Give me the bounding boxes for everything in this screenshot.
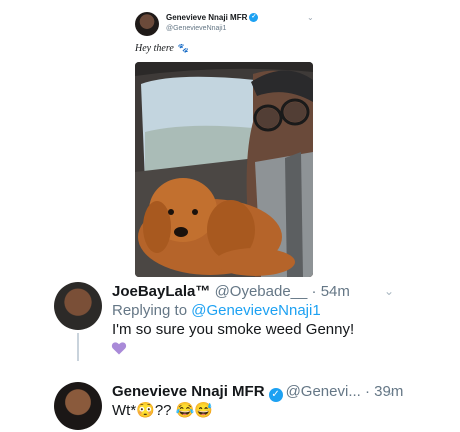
tweet-text-body: Hey there xyxy=(135,43,174,54)
original-tweet-header: Genevieve Nnaji MFR ✓ @GenevieveNnaji1 xyxy=(135,10,315,40)
chevron-down-icon[interactable]: ⌄ xyxy=(384,284,394,298)
reply-header: Genevieve Nnaji MFR ✓ @Genevi... · 39m xyxy=(112,383,403,402)
tweet-photo[interactable] xyxy=(135,62,313,277)
verified-badge-icon: ✓ xyxy=(268,388,283,402)
tweet-text: Hey there 🐾 xyxy=(135,43,189,54)
chevron-down-icon[interactable]: ⌄ xyxy=(385,384,395,398)
timestamp[interactable]: 54m xyxy=(321,283,350,300)
meta-separator: · xyxy=(311,283,317,300)
replying-prefix: Replying to xyxy=(112,302,188,319)
author-handle[interactable]: @Genevi... xyxy=(286,383,361,400)
meta-separator: · xyxy=(365,383,370,400)
author-handle[interactable]: @Oyebade__ xyxy=(215,283,308,300)
author-name[interactable]: Genevieve Nnaji MFR xyxy=(112,383,265,400)
mention-link[interactable]: @GenevieveNnaji1 xyxy=(191,302,320,319)
avatar[interactable] xyxy=(135,12,159,36)
avatar[interactable] xyxy=(54,282,102,330)
author-name[interactable]: JoeBayLala™ xyxy=(112,283,210,300)
verified-badge-icon: ✓ xyxy=(249,13,259,23)
author-name-text: Genevieve Nnaji MFR xyxy=(166,13,248,22)
replying-to-line: Replying to @GenevieveNnaji1 xyxy=(112,302,321,319)
reply-text: I'm so sure you smoke weed Genny! xyxy=(112,321,355,338)
chevron-down-icon[interactable]: ⌄ xyxy=(307,13,314,22)
reply-header: JoeBayLala™ @Oyebade__ · 54m xyxy=(112,283,350,300)
paw-prints-emoji: 🐾 xyxy=(177,43,189,53)
thread-connector-line xyxy=(77,333,79,361)
avatar[interactable] xyxy=(54,382,102,430)
author-name[interactable]: Genevieve Nnaji MFR ✓ xyxy=(166,13,259,23)
reply-text: Wt*😳?? 😂😅 xyxy=(112,402,214,419)
author-handle[interactable]: @GenevieveNnaji1 xyxy=(166,25,226,32)
car-selfie-with-dog-image xyxy=(135,62,313,277)
purple-heart-icon xyxy=(111,340,127,356)
